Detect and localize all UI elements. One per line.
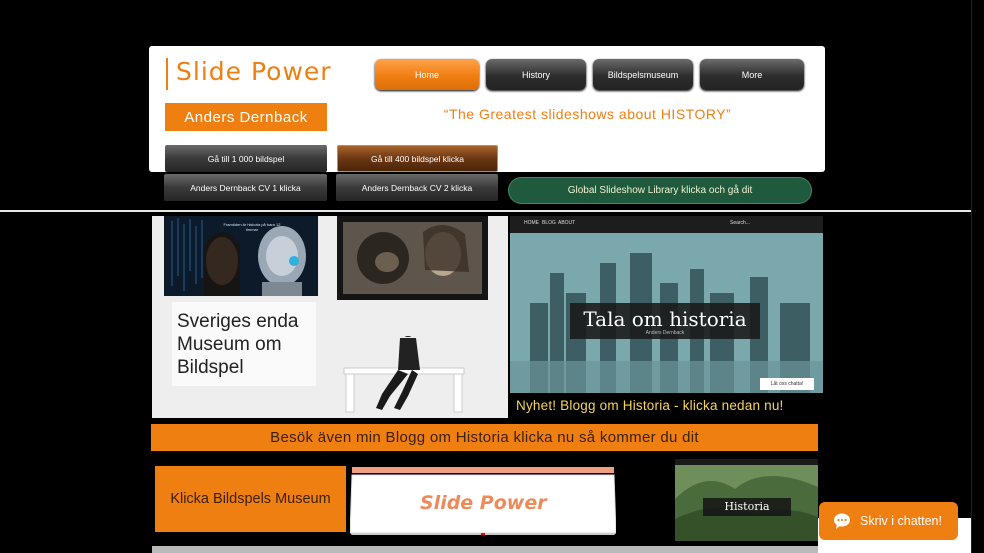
goto-400-button[interactable]: Gå till 400 bildspel klicka: [337, 145, 498, 172]
museum-text: Sveriges enda Museum om Bildspel: [172, 302, 316, 386]
blog-search: Search...: [730, 220, 751, 226]
blog-nav-about: ABOUT: [558, 220, 576, 226]
cv1-button[interactable]: Anders Dernback CV 1 klicka: [164, 174, 327, 201]
tagline: “The Greatest slideshows about HISTORY”: [443, 106, 732, 122]
divider: [0, 210, 971, 212]
blog-chat-label: Låt oss chatta!: [760, 378, 814, 390]
goto-1000-button[interactable]: Gå till 1 000 bildspel: [165, 145, 327, 172]
nav-home-button[interactable]: Home: [375, 59, 479, 90]
ai-poster-text: Framtiden är historia på bara 12 timmar: [223, 222, 281, 232]
logo-text: Slide Power: [420, 492, 547, 514]
blog-link-button[interactable]: Besök även min Blogg om Historia klicka …: [151, 424, 818, 451]
chat-label: Skriv i chatten!: [860, 514, 942, 528]
cv2-button[interactable]: Anders Dernback CV 2 klicka: [336, 174, 498, 201]
bench-woman-image: [343, 336, 465, 413]
history-thumbnail-image[interactable]: Historia: [675, 459, 818, 541]
blog-nav-blog: BLOG: [542, 220, 556, 226]
blog-nav-bar: HOME BLOG ABOUT Search...: [510, 216, 823, 233]
chat-bubble-icon: [834, 513, 850, 529]
nav-history-button[interactable]: History: [486, 59, 586, 90]
author-badge[interactable]: Anders Dernback: [165, 103, 327, 131]
blog-title: Tala om historia: [583, 307, 747, 331]
bottom-strip: [152, 546, 818, 553]
site-title[interactable]: Slide Power: [166, 58, 332, 90]
museum-link-button[interactable]: Klicka Bildspels Museum: [155, 466, 346, 532]
nav-more-button[interactable]: More: [700, 59, 804, 90]
ai-poster-image: Framtiden är historia på bara 12 timmar: [164, 216, 318, 296]
blog-news-text: Nyhet! Blogg om Historia - klicka nedan …: [516, 398, 784, 413]
nav-bildspelsmuseum-button[interactable]: Bildspelsmuseum: [593, 59, 693, 90]
chat-button[interactable]: Skriv i chatten!: [819, 502, 958, 540]
page-edge: [971, 0, 972, 553]
global-library-button[interactable]: Global Slideshow Library klicka och gå d…: [508, 177, 812, 204]
monkey-woman-photo: [337, 216, 488, 300]
history-thumb-title: Historia: [703, 498, 791, 516]
blog-nav-home: HOME: [524, 220, 539, 226]
blog-subtitle: Anders Dernback: [645, 330, 685, 336]
